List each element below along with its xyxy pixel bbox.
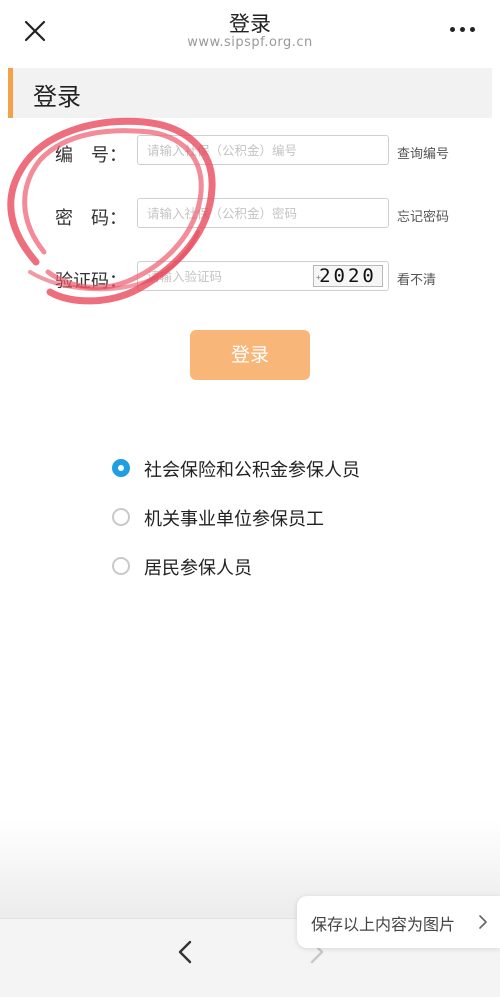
refresh-captcha-link[interactable]: 看不清 (397, 269, 436, 288)
password-label: 密 码： (55, 208, 127, 229)
id-number-row: 编 号： 查询编号 (0, 135, 500, 175)
top-nav-bar: 登录 www.sipspf.org.cn (0, 0, 500, 64)
password-input[interactable] (137, 198, 389, 228)
user-type-label: 社会保险和公积金参保人员 (144, 460, 360, 481)
user-type-label: 机关事业单位参保员工 (144, 509, 324, 530)
lookup-id-link[interactable]: 查询编号 (397, 143, 449, 162)
page-url: www.sipspf.org.cn (187, 35, 313, 50)
section-header: 登录 (8, 68, 492, 118)
radio-unchecked-icon[interactable] (112, 508, 130, 526)
captcha-image[interactable]: +2020 (313, 265, 383, 287)
radio-unchecked-icon[interactable] (112, 557, 130, 575)
section-title: 登录 (33, 83, 81, 111)
forgot-password-link[interactable]: 忘记密码 (397, 206, 449, 225)
id-number-label: 编 号： (55, 145, 127, 166)
id-number-input[interactable] (137, 135, 389, 165)
radio-checked-icon[interactable] (112, 459, 130, 477)
captcha-row: 验证码： +2020 看不清 (0, 261, 500, 301)
save-as-image-label: 保存以上内容为图片 (311, 915, 456, 934)
page-title: 登录 (229, 12, 271, 36)
chevron-left-icon[interactable] (172, 935, 200, 969)
chevron-right-icon (479, 915, 487, 929)
more-icon[interactable] (448, 20, 478, 40)
password-row: 密 码： 忘记密码 (0, 198, 500, 238)
login-button[interactable]: 登录 (190, 330, 310, 380)
save-as-image-button[interactable]: 保存以上内容为图片 (297, 896, 500, 948)
captcha-label: 验证码： (55, 271, 127, 292)
captcha-code: 2020 (319, 265, 377, 287)
user-type-label: 居民参保人员 (144, 558, 252, 579)
